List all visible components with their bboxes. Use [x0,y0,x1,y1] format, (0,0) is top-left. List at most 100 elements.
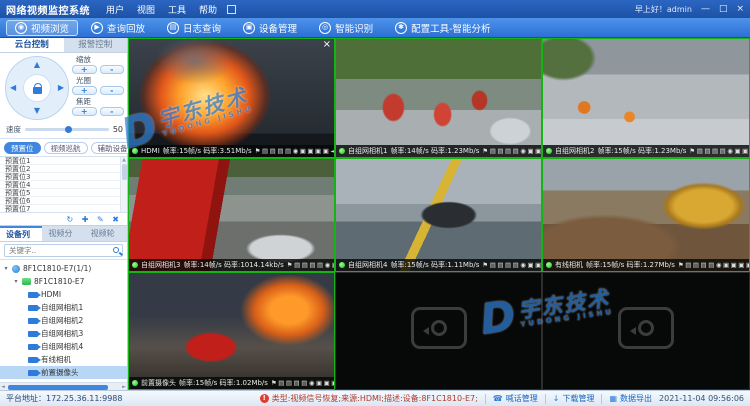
list-item[interactable]: 预置位7 [0,205,127,213]
fullscreen-icon[interactable] [227,5,236,14]
toolbar-ai-recognition[interactable]: ◎ 智能识别 [310,20,382,36]
scroll-left-icon[interactable]: ◄ [1,384,5,390]
preset-actions[interactable]: ↻ ✚ ✎ ✖ [0,213,127,226]
action-label: 数据导出 [620,393,652,404]
tree-channel-adhoc1[interactable]: 自组网相机1 [0,301,127,314]
focus-plus-button[interactable]: + [72,107,97,116]
iris-plus-button[interactable]: + [72,86,97,95]
tree-device[interactable]: ▾ 8F1C1810-E7 [0,275,127,288]
ptz-down-icon[interactable]: ▼ [34,107,40,115]
toolbar-device-manage[interactable]: ▣ 设备管理 [234,20,306,36]
video-tile-adhoc1[interactable]: 自组网相机1 帧率:14帧/s 码率:1.23Mb/s ⚑▤▤▤▤◉▣▣▣▣◄☎ [335,38,542,158]
zoom-label: 缩放 [72,54,124,65]
tree-channel-hdmi[interactable]: HDMI [0,288,127,301]
chevron-down-icon[interactable]: ▾ [3,265,9,272]
tree-channel-adhoc2[interactable]: 自组网相机2 [0,314,127,327]
toolbar-label: 视频浏览 [31,21,69,35]
video-control-icons[interactable]: ⚑▤▤▤▤◉▣▣▣▣◄☎ [689,147,750,155]
ptz-left-icon[interactable]: ◀ [10,84,16,92]
ptz-right-icon[interactable]: ▶ [58,84,64,92]
tab-video-cruise[interactable]: 视频巡航 [44,142,88,154]
channel-name: 自组网相机1 [348,146,387,156]
menubar: 用户 视图 工具 帮助 [106,3,217,16]
scroll-right-icon[interactable]: ► [122,384,126,390]
speed-slider[interactable] [25,128,109,131]
tree-channel-wired[interactable]: 有线相机 [0,353,127,366]
chevron-down-icon[interactable]: ▾ [13,278,19,285]
iris-minus-button[interactable]: - [100,86,125,95]
tree-hscrollbar[interactable]: ◄ ► [0,382,127,390]
video-tile-empty[interactable] [335,272,542,390]
video-control-icons[interactable]: ⚑▤▤▤▤◉▣▣▣▣◄☎ [678,261,750,269]
tab-alarm-control[interactable]: 报警控制 [64,38,128,52]
toolbar-config-tool[interactable]: ✱ 配置工具-智能分析 [386,20,499,36]
speed-label: 速度 [6,124,21,135]
menu-tools[interactable]: 工具 [168,3,186,16]
channel-label: 自组网相机1 [41,302,83,313]
tree-channel-front[interactable]: 前置摄像头 [0,366,127,379]
tab-video-tour[interactable]: 视频轮巡 [85,226,127,241]
tree-root[interactable]: ▾ 8F1C1810-E7(1/1) [0,262,127,275]
video-tile-adhoc2[interactable]: 自组网相机2 帧率:15帧/s 码率:1.23Mb/s ⚑▤▤▤▤◉▣▣▣▣◄☎ [542,38,750,158]
channel-name: 自组网相机4 [348,260,387,270]
data-export-button[interactable]: ▦ 数据导出 [609,393,652,404]
tile-close-icon[interactable]: × [323,40,331,50]
export-icon: ▦ [609,394,617,403]
tree-channel-adhoc3[interactable]: 自组网相机3 [0,327,127,340]
zoom-minus-button[interactable]: - [100,65,125,74]
search-input[interactable] [4,244,123,257]
video-control-icons[interactable]: ⚑▤▤▤▤◉▣▣▣▣◄☎ [287,261,335,269]
list-item[interactable]: 预置位3 [0,173,127,181]
list-item[interactable]: 预置位4 [0,181,127,189]
list-item[interactable]: 预置位6 [0,197,127,205]
tab-device-list[interactable]: 设备列表 [0,226,42,241]
stream-info: 帧率:15帧/s 码率:1.02Mb/s [179,378,268,388]
minimize-icon[interactable]: — [701,5,710,14]
video-tile-wired[interactable]: 有线相机 帧率:15帧/s 码率:1.27Mb/s ⚑▤▤▤▤◉▣▣▣▣◄☎ [542,158,750,272]
tab-video-group[interactable]: 视频分组 [42,226,84,241]
device-manage-icon: ▣ [243,22,255,34]
search-icon[interactable] [113,247,119,253]
tree-channel-adhoc4[interactable]: 自组网相机4 [0,340,127,353]
scrollbar-thumb[interactable] [8,385,108,390]
download-manage-button[interactable]: ↓ 下载管理 [553,393,595,404]
action-label: 喊话管理 [506,393,538,404]
list-item[interactable]: 预置位2 [0,165,127,173]
close-icon[interactable]: × [736,5,744,14]
video-tile-hdmi[interactable]: × HDMI 帧率:15帧/s 码率:3.51Mb/s ⚑▤▤▤▤◉▣▣▣▣◄☎ [128,38,335,158]
list-item[interactable]: 预置位1 [0,157,127,165]
broadcast-manage-button[interactable]: ☎ 喊话管理 [493,393,538,404]
ptz-tabbar: 云台控制 报警控制 [0,38,127,53]
scrollbar-thumb[interactable] [122,164,127,180]
video-control-icons[interactable]: ⚑▤▤▤▤◉▣▣▣▣◄☎ [255,147,335,155]
scroll-up-icon[interactable]: ▲ [122,157,126,163]
video-control-icons[interactable]: ⚑▤▤▤▤◉▣▣▣▣◄☎ [482,261,542,269]
stream-info: 帧率:14帧/s 码率:1014.14kb/s [183,260,283,270]
tab-presets[interactable]: 预置位 [4,142,41,154]
toolbar-video-browse[interactable]: ◉ 视频浏览 [6,20,78,36]
download-icon: ↓ [553,394,560,403]
toolbar-log-query[interactable]: ▤ 日志查询 [158,20,230,36]
ptz-pad[interactable]: ▲ ▼ ◀ ▶ [5,56,69,120]
ptz-up-icon[interactable]: ▲ [34,61,40,69]
menu-help[interactable]: 帮助 [199,3,217,16]
restore-icon[interactable]: □ [719,5,728,14]
alarm-message[interactable]: ! 类型:视频信号恢复;来源:HDMI;描述:设备:8F1C1810-E7; [260,393,478,404]
menu-user[interactable]: 用户 [106,3,124,16]
video-tile-empty[interactable] [542,272,750,390]
tab-ptz-control[interactable]: 云台控制 [0,38,64,52]
video-tile-adhoc4[interactable]: 自组网相机4 帧率:15帧/s 码率:1.11Mb/s ⚑▤▤▤▤◉▣▣▣▣◄☎ [335,158,542,272]
preset-scrollbar[interactable]: ▲ [120,157,127,212]
video-tile-adhoc3[interactable]: 自组网相机3 帧率:14帧/s 码率:1014.14kb/s ⚑▤▤▤▤◉▣▣▣… [128,158,335,272]
focus-minus-button[interactable]: - [100,107,125,116]
menu-view[interactable]: 视图 [137,3,155,16]
list-item[interactable]: 预置位5 [0,189,127,197]
toolbar-query-playback[interactable]: ▶ 查询回放 [82,20,154,36]
ptz-center[interactable] [23,74,51,102]
channel-label: 有线相机 [41,354,71,365]
video-tile-front-cam[interactable]: 前置摄像头 帧率:15帧/s 码率:1.02Mb/s ⚑▤▤▤▤◉▣▣▣▣◄☎ [128,272,335,390]
slider-thumb[interactable] [65,126,72,133]
zoom-plus-button[interactable]: + [72,65,97,74]
video-control-icons[interactable]: ⚑▤▤▤▤◉▣▣▣▣◄☎ [482,147,542,155]
video-control-icons[interactable]: ⚑▤▤▤▤◉▣▣▣▣◄☎ [271,379,335,387]
